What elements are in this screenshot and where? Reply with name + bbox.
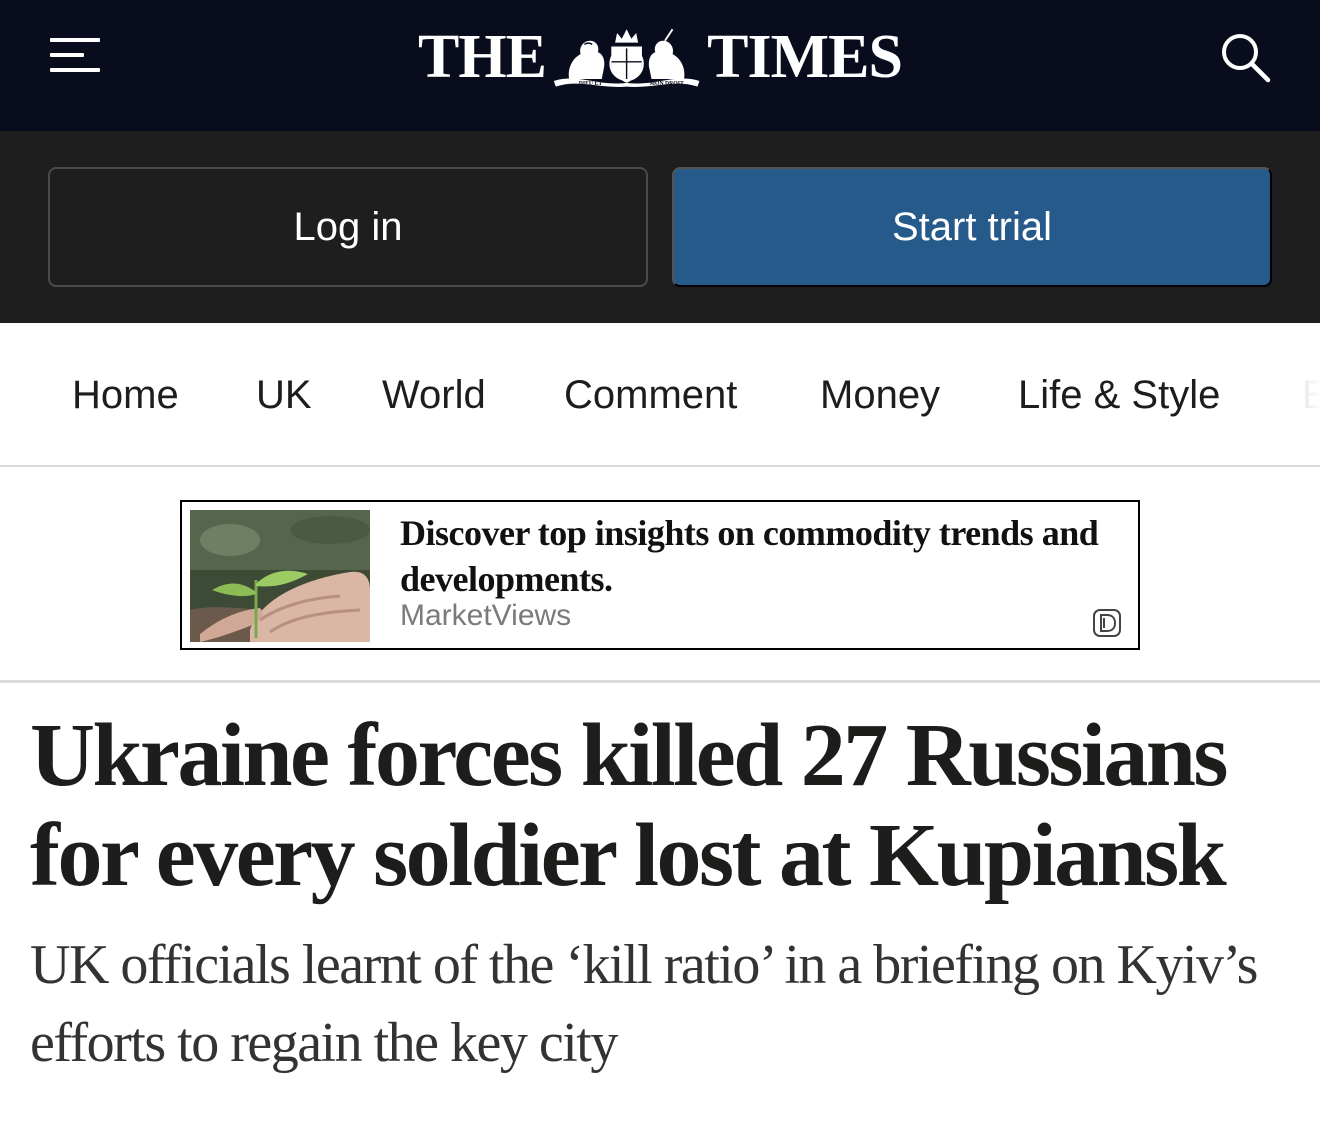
nav-item-life-style[interactable]: Life & Style	[1018, 369, 1220, 421]
section-divider	[0, 680, 1320, 683]
logo-word-the: THE	[418, 23, 547, 91]
auth-bar: Log in Start trial	[0, 131, 1320, 323]
start-trial-button[interactable]: Start trial	[672, 167, 1272, 287]
section-nav: Home UK World Comment Money Life & Style…	[0, 323, 1320, 467]
times-logo[interactable]: THE DIEU ET MON DROIT TIMES	[418, 22, 903, 92]
menu-icon[interactable]	[50, 36, 100, 76]
logo-word-times: TIMES	[707, 23, 903, 91]
search-icon[interactable]	[1218, 30, 1272, 84]
royal-crest-icon: DIEU ET MON DROIT	[553, 28, 700, 87]
nav-item-comment[interactable]: Comment	[564, 369, 737, 421]
nav-item-home[interactable]: Home	[72, 369, 179, 421]
nav-item-uk[interactable]: UK	[256, 369, 312, 421]
nav-item-partial[interactable]: E	[1302, 369, 1320, 421]
nav-item-world[interactable]: World	[382, 369, 486, 421]
article-headline: Ukraine forces killed 27 Russians for ev…	[30, 706, 1228, 905]
ad-headline: Discover top insights on commodity trend…	[400, 513, 1099, 599]
nav-item-money[interactable]: Money	[820, 369, 940, 421]
ad-image-hands-seedling	[190, 510, 370, 642]
ad-source: MarketViews	[400, 599, 572, 632]
login-button[interactable]: Log in	[48, 167, 648, 287]
article-standfirst: UK officials learnt of the ‘kill ratio’ …	[30, 934, 1258, 1074]
advert-banner[interactable]: Discover top insights on commodity trend…	[180, 500, 1140, 650]
crest-motto-left: DIEU ET	[579, 81, 603, 87]
ad-choices-icon[interactable]	[1092, 608, 1122, 638]
masthead: THE DIEU ET MON DROIT TIMES	[0, 0, 1320, 131]
crest-motto-right: MON DROIT	[650, 81, 684, 87]
